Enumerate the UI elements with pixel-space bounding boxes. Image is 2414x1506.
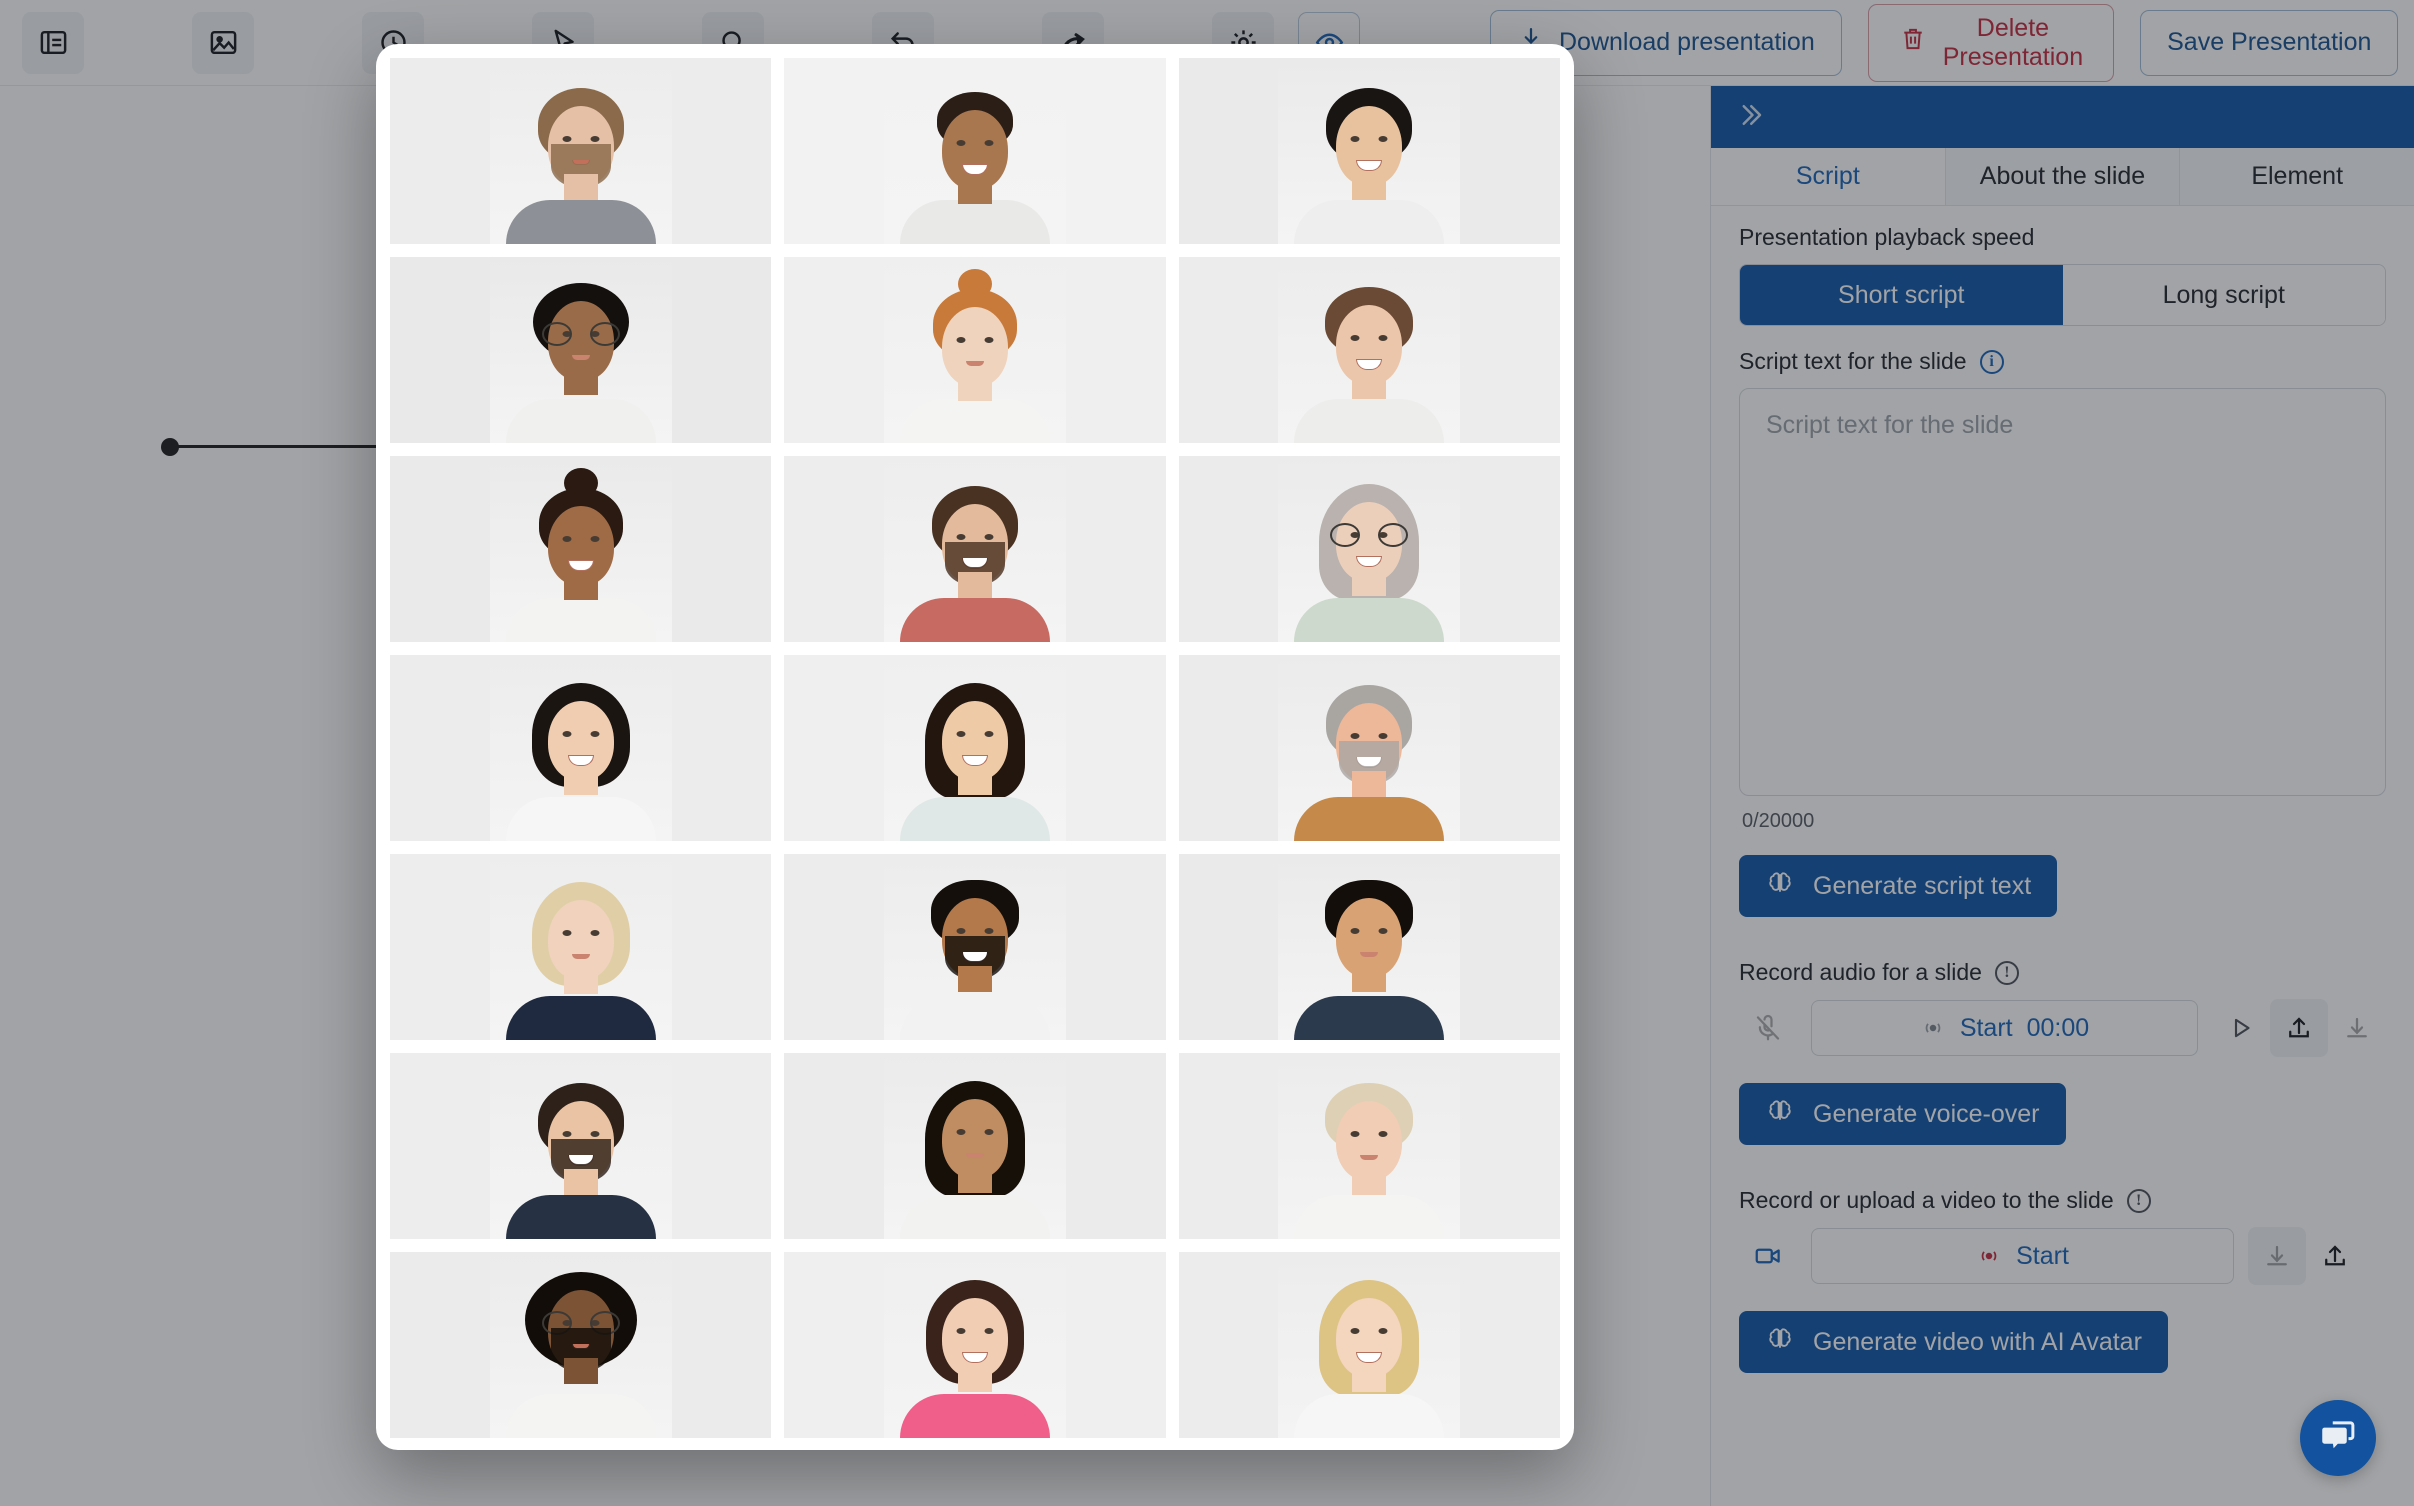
avatar-option[interactable]	[1178, 655, 1560, 841]
avatar-option[interactable]	[784, 1252, 1166, 1438]
chat-bubble-icon	[2317, 1415, 2359, 1462]
avatar-portrait	[489, 655, 672, 841]
avatar-option[interactable]	[1178, 1053, 1560, 1239]
avatar-portrait	[489, 1252, 672, 1438]
avatar-portrait	[489, 1053, 672, 1239]
avatar-portrait	[883, 655, 1066, 841]
avatar-option[interactable]	[784, 257, 1166, 443]
avatar-option[interactable]	[390, 257, 772, 443]
avatar-portrait	[1278, 655, 1461, 841]
avatar-portrait	[1278, 257, 1461, 443]
chat-widget-button[interactable]	[2300, 1400, 2376, 1476]
avatar-option[interactable]	[390, 655, 772, 841]
avatar-option[interactable]	[390, 456, 772, 642]
avatar-portrait	[1278, 456, 1461, 642]
avatar-option[interactable]	[390, 1252, 772, 1438]
avatar-option[interactable]	[1178, 1252, 1560, 1438]
avatar-option[interactable]	[784, 456, 1166, 642]
avatar-option[interactable]	[390, 854, 772, 1040]
avatar-portrait	[1278, 58, 1461, 244]
avatar-portrait	[489, 257, 672, 443]
avatar-portrait	[883, 58, 1066, 244]
avatar-portrait	[1278, 1252, 1461, 1438]
avatar-option[interactable]	[1178, 257, 1560, 443]
avatar-portrait	[883, 456, 1066, 642]
avatar-portrait	[1278, 854, 1461, 1040]
avatar-option[interactable]	[784, 58, 1166, 244]
avatar-option[interactable]	[1178, 58, 1560, 244]
avatar-picker-dialog	[376, 44, 1574, 1450]
avatar-option[interactable]	[784, 1053, 1166, 1239]
avatar-portrait	[489, 854, 672, 1040]
avatar-portrait	[883, 257, 1066, 443]
avatar-portrait	[883, 1252, 1066, 1438]
avatar-option[interactable]	[784, 854, 1166, 1040]
avatar-portrait	[883, 854, 1066, 1040]
avatar-portrait	[883, 1053, 1066, 1239]
avatar-option[interactable]	[390, 58, 772, 244]
avatar-option[interactable]	[390, 1053, 772, 1239]
avatar-portrait	[1278, 1053, 1461, 1239]
glasses-icon	[541, 322, 620, 346]
avatar-grid	[390, 58, 1560, 1438]
avatar-option[interactable]	[784, 655, 1166, 841]
avatar-option[interactable]	[1178, 854, 1560, 1040]
avatar-option[interactable]	[1178, 456, 1560, 642]
glasses-icon	[1330, 523, 1409, 547]
avatar-portrait	[489, 58, 672, 244]
avatar-portrait	[489, 456, 672, 642]
presentation-editor-app: Download presentation Delete Presentatio…	[0, 0, 2414, 1506]
